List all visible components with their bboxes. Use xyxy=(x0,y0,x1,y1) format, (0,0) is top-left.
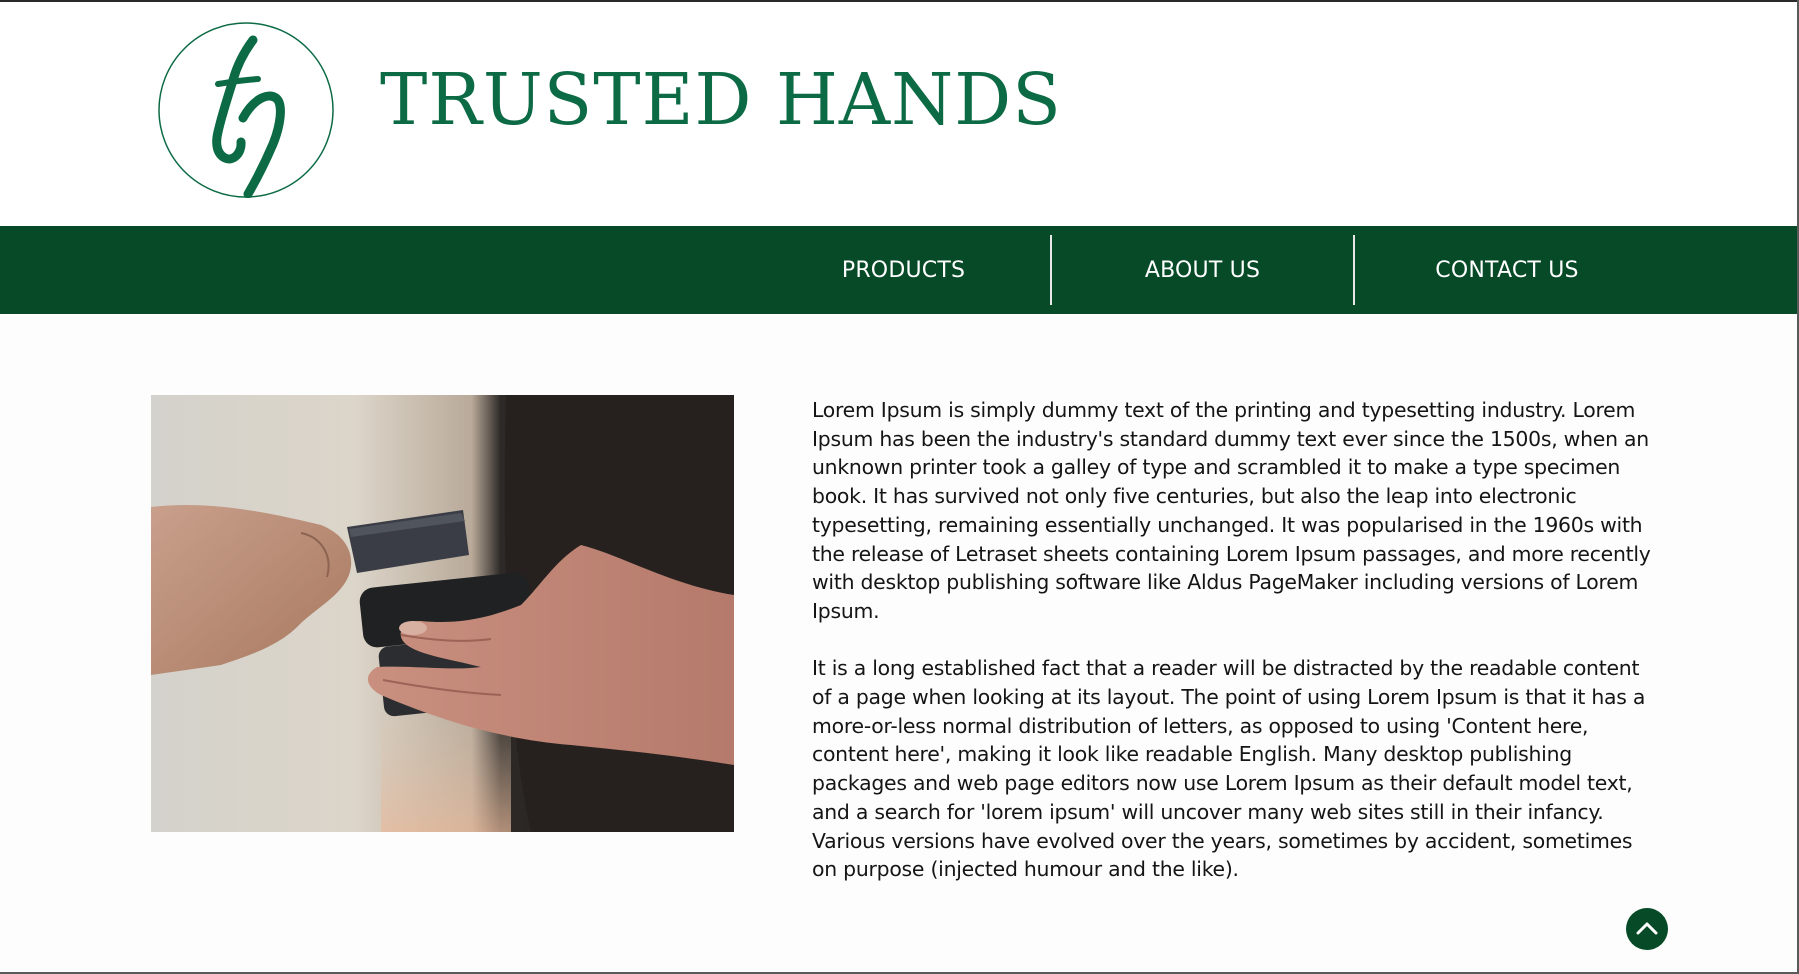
paragraph-1: Lorem Ipsum is simply dummy text of the … xyxy=(812,398,1651,623)
main-navbar: PRODUCTS ABOUT US CONTACT US xyxy=(0,226,1797,314)
page: TRUSTED HANDS PRODUCTS ABOUT US CONTACT … xyxy=(0,0,1799,974)
th-monogram-logo[interactable] xyxy=(158,22,334,198)
nav-item-contact-us[interactable]: CONTACT US xyxy=(1355,226,1659,314)
brand-title: TRUSTED HANDS xyxy=(380,58,1062,141)
hand-holding-card-and-phone-photo xyxy=(151,395,734,832)
paragraph-2: It is a long established fact that a rea… xyxy=(812,656,1646,882)
nav-item-products[interactable]: PRODUCTS xyxy=(757,226,1050,314)
main-content: Lorem Ipsum is simply dummy text of the … xyxy=(812,396,1657,913)
scroll-to-top-button[interactable] xyxy=(1626,908,1668,950)
hero-image xyxy=(151,395,734,832)
nav-item-about-us[interactable]: ABOUT US xyxy=(1052,226,1353,314)
site-header: TRUSTED HANDS xyxy=(0,2,1797,226)
frame-border-top xyxy=(0,0,1799,2)
chevron-up-icon xyxy=(1636,922,1658,935)
